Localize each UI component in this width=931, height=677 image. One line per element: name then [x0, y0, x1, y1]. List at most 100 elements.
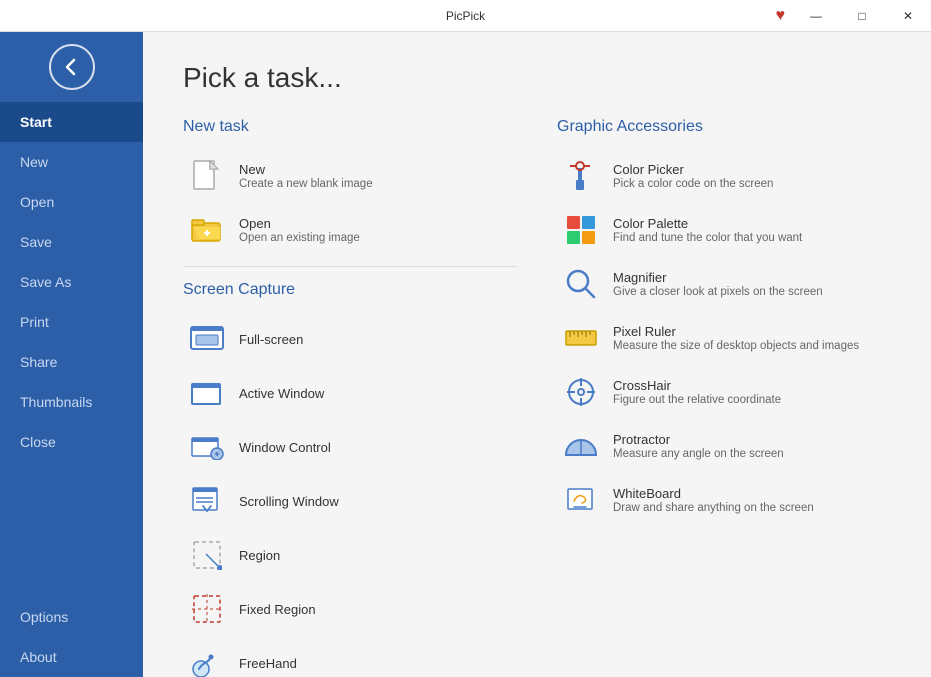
color-picker-icon — [563, 158, 599, 194]
crosshair-icon — [563, 374, 599, 410]
pixel-ruler-desc: Measure the size of desktop objects and … — [613, 340, 859, 352]
fullscreen-capture-item[interactable]: Full-screen — [183, 313, 517, 365]
minimize-button[interactable]: — — [793, 0, 839, 32]
sidebar-item-thumbnails[interactable]: Thumbnails — [0, 382, 143, 422]
sidebar-item-share[interactable]: Share — [0, 342, 143, 382]
magnifier-label: Magnifier — [613, 270, 823, 285]
window-control-item[interactable]: Window Control — [183, 421, 517, 473]
scrolling-window-text: Scrolling Window — [239, 494, 339, 509]
section-divider — [183, 266, 517, 267]
active-window-icon — [189, 375, 225, 411]
whiteboard-icon — [563, 482, 599, 518]
sidebar-label-save: Save — [20, 234, 52, 250]
sidebar-label-new: New — [20, 154, 48, 170]
sidebar-item-close[interactable]: Close — [0, 422, 143, 462]
color-palette-icon — [563, 212, 599, 248]
color-palette-desc: Find and tune the color that you want — [613, 232, 802, 244]
active-window-label: Active Window — [239, 386, 324, 401]
new-file-icon — [189, 158, 225, 194]
whiteboard-item[interactable]: WhiteBoard Draw and share anything on th… — [557, 474, 891, 526]
sidebar-item-save[interactable]: Save — [0, 222, 143, 262]
freehand-item[interactable]: FreeHand — [183, 637, 517, 677]
protractor-text: Protractor Measure any angle on the scre… — [613, 432, 784, 460]
pixel-ruler-icon — [563, 320, 599, 356]
sidebar-logo[interactable] — [0, 32, 143, 102]
protractor-desc: Measure any angle on the screen — [613, 448, 784, 460]
sidebar-label-save-as: Save As — [20, 274, 71, 290]
freehand-label: FreeHand — [239, 656, 297, 671]
sidebar-item-about[interactable]: About — [0, 637, 143, 677]
sidebar-label-share: Share — [20, 354, 57, 370]
color-picker-desc: Pick a color code on the screen — [613, 178, 773, 190]
magnifier-desc: Give a closer look at pixels on the scre… — [613, 286, 823, 298]
new-task-section-title: New task — [183, 118, 517, 136]
sidebar-item-save-as[interactable]: Save As — [0, 262, 143, 302]
region-item[interactable]: Region — [183, 529, 517, 581]
screen-capture-section-title: Screen Capture — [183, 281, 517, 299]
back-button[interactable] — [49, 44, 95, 90]
sidebar-label-about: About — [20, 649, 57, 665]
fullscreen-label: Full-screen — [239, 332, 303, 347]
fixed-region-text: Fixed Region — [239, 602, 316, 617]
new-task-label: New — [239, 162, 373, 177]
new-task-item[interactable]: New Create a new blank image — [183, 150, 517, 202]
open-file-icon — [189, 212, 225, 248]
sidebar-label-open: Open — [20, 194, 54, 210]
sidebar-item-print[interactable]: Print — [0, 302, 143, 342]
title-bar-controls: ♥ — □ ✕ — [776, 0, 931, 32]
crosshair-item[interactable]: CrossHair Figure out the relative coordi… — [557, 366, 891, 418]
freehand-icon — [189, 645, 225, 677]
left-column: New task New Create a new bla — [183, 118, 517, 677]
whiteboard-desc: Draw and share anything on the screen — [613, 502, 814, 514]
right-column: Graphic Accessories — [557, 118, 891, 677]
magnifier-text: Magnifier Give a closer look at pixels o… — [613, 270, 823, 298]
open-task-desc: Open an existing image — [239, 232, 360, 244]
fixed-region-label: Fixed Region — [239, 602, 316, 617]
active-window-text: Active Window — [239, 386, 324, 401]
sidebar-label-close: Close — [20, 434, 56, 450]
window-control-icon — [189, 429, 225, 465]
new-task-desc: Create a new blank image — [239, 178, 373, 190]
region-icon — [189, 537, 225, 573]
title-bar: PicPick ♥ — □ ✕ — [0, 0, 931, 32]
sidebar-label-options: Options — [20, 609, 68, 625]
close-button[interactable]: ✕ — [885, 0, 931, 32]
magnifier-icon — [563, 266, 599, 302]
region-text: Region — [239, 548, 280, 563]
pixel-ruler-item[interactable]: Pixel Ruler Measure the size of desktop … — [557, 312, 891, 364]
pixel-ruler-text: Pixel Ruler Measure the size of desktop … — [613, 324, 859, 352]
pixel-ruler-label: Pixel Ruler — [613, 324, 859, 339]
whiteboard-text: WhiteBoard Draw and share anything on th… — [613, 486, 814, 514]
new-task-text: New Create a new blank image — [239, 162, 373, 190]
freehand-text: FreeHand — [239, 656, 297, 671]
main-layout: Start New Open Save Save As Print Share … — [0, 32, 931, 677]
color-picker-item[interactable]: Color Picker Pick a color code on the sc… — [557, 150, 891, 202]
color-palette-item[interactable]: Color Palette Find and tune the color th… — [557, 204, 891, 256]
sidebar-item-options[interactable]: Options — [0, 597, 143, 637]
sidebar-item-start[interactable]: Start — [0, 102, 143, 142]
scrolling-window-item[interactable]: Scrolling Window — [183, 475, 517, 527]
sidebar-label-start: Start — [20, 114, 52, 130]
app-title: PicPick — [446, 9, 485, 23]
protractor-item[interactable]: Protractor Measure any angle on the scre… — [557, 420, 891, 472]
fixed-region-item[interactable]: Fixed Region — [183, 583, 517, 635]
page-title: Pick a task... — [183, 62, 891, 94]
heart-icon: ♥ — [776, 7, 786, 25]
fullscreen-icon — [189, 321, 225, 357]
sidebar-label-print: Print — [20, 314, 49, 330]
active-window-item[interactable]: Active Window — [183, 367, 517, 419]
whiteboard-label: WhiteBoard — [613, 486, 814, 501]
region-label: Region — [239, 548, 280, 563]
fixed-region-icon — [189, 591, 225, 627]
sidebar-item-new[interactable]: New — [0, 142, 143, 182]
sidebar-label-thumbnails: Thumbnails — [20, 394, 92, 410]
maximize-button[interactable]: □ — [839, 0, 885, 32]
color-palette-label: Color Palette — [613, 216, 802, 231]
scrolling-window-icon — [189, 483, 225, 519]
sidebar-item-open[interactable]: Open — [0, 182, 143, 222]
magnifier-item[interactable]: Magnifier Give a closer look at pixels o… — [557, 258, 891, 310]
open-task-item[interactable]: Open Open an existing image — [183, 204, 517, 256]
crosshair-text: CrossHair Figure out the relative coordi… — [613, 378, 781, 406]
sidebar-spacer — [0, 462, 143, 597]
sidebar: Start New Open Save Save As Print Share … — [0, 32, 143, 677]
